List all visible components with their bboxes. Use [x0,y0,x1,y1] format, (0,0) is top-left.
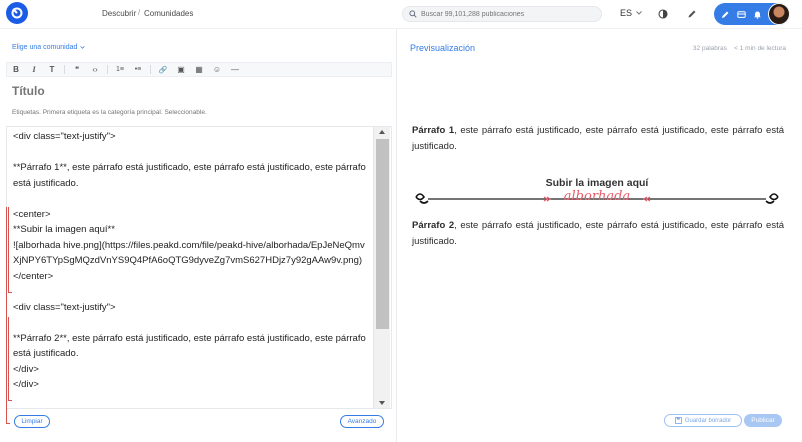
link-icon[interactable]: 🔗 [154,63,172,76]
scroll-down-arrow[interactable] [379,401,385,405]
editor-panel: Elige una comunidad B I T ❝ ‹› 1≡ •≡ 🔗 ▣… [0,29,397,442]
preview-image-banner: Subir la imagen aquí alborhada [414,175,780,211]
code-icon[interactable]: ‹› [86,63,104,76]
table-icon[interactable]: ▦ [190,63,208,76]
banner-subtitle: alborhada [563,189,631,204]
quote-icon[interactable]: ❝ [68,63,86,76]
fold-marker [8,207,12,293]
format-toolbar: B I T ❝ ‹› 1≡ •≡ 🔗 ▣ ▦ ☺ — [6,62,392,77]
paragraph-2-text: , este párrafo está justificado, este pá… [412,220,785,247]
logo-icon[interactable] [6,2,28,24]
scroll-up-arrow[interactable] [379,130,385,134]
publish-button[interactable]: Publicar [744,414,782,427]
save-draft-button[interactable]: Guardar borrador [664,414,742,427]
heading-icon[interactable]: T [43,63,61,76]
paragraph-2-bold: Párrafo 2 [412,220,455,231]
preview-paragraph-1: Párrafo 1, este párrafo está justificado… [412,123,784,154]
fold-marker [8,317,12,401]
pencil-icon[interactable] [686,8,698,20]
toolbar-divider [107,65,108,74]
nav-separator: / [138,8,141,17]
edit-icon[interactable] [720,9,730,19]
chevron-down-icon [636,11,642,15]
post-stats: 32 palabras < 1 min de lectura [693,45,786,52]
theme-toggle-icon[interactable] [657,8,669,20]
wallet-icon[interactable] [736,9,746,19]
search-box[interactable] [402,6,602,22]
preview-paragraph-2: Párrafo 2, este párrafo está justificado… [412,218,784,249]
advanced-button[interactable]: Avanzado [340,415,384,428]
body-editor[interactable]: <div class="text-justify"> **Párrafo 1**… [6,126,392,409]
nav-discover[interactable]: Descubrir [102,9,136,18]
chevron-down-icon [80,46,86,49]
body-editor-text[interactable]: <div class="text-justify"> **Párrafo 1**… [13,129,370,393]
search-icon [409,10,417,18]
tags-input[interactable] [12,109,382,116]
banner-title: Subir la imagen aquí [545,177,649,189]
save-draft-label: Guardar borrador [684,417,732,424]
nav-communities[interactable]: Comunidades [144,9,193,18]
language-label: ES [620,8,633,18]
toolbar-divider [64,65,65,74]
paragraph-1-text: , este párrafo está justificado, este pá… [412,125,785,152]
ordered-list-icon[interactable]: 1≡ [111,63,129,76]
bell-icon[interactable] [752,9,762,19]
community-selector[interactable]: Elige una comunidad [12,44,86,51]
bold-icon[interactable]: B [7,63,25,76]
toolbar-divider [150,65,151,74]
language-selector[interactable]: ES [620,8,642,18]
bullet-list-icon[interactable]: •≡ [129,63,147,76]
paragraph-1-bold: Párrafo 1 [412,125,455,136]
title-input[interactable] [12,84,382,98]
read-time: < 1 min de lectura [734,45,786,52]
save-icon [674,417,682,424]
preview-heading: Previsualización [410,43,476,53]
italic-icon[interactable]: I [25,63,43,76]
avatar[interactable] [768,3,790,25]
top-bar: Descubrir / Comunidades ES [0,0,802,29]
preview-panel: Previsualización 32 palabras < 1 min de … [398,29,802,442]
community-selector-label: Elige una comunidad [12,44,78,51]
scroll-thumb[interactable] [376,139,389,329]
editor-scrollbar[interactable] [373,127,390,408]
image-icon[interactable]: ▣ [172,63,190,76]
clear-button[interactable]: Limpiar [14,415,50,428]
emoji-icon[interactable]: ☺ [208,63,226,76]
word-count: 32 palabras [692,45,727,52]
horizontal-rule-icon[interactable]: — [226,63,244,76]
search-input[interactable] [421,10,601,18]
